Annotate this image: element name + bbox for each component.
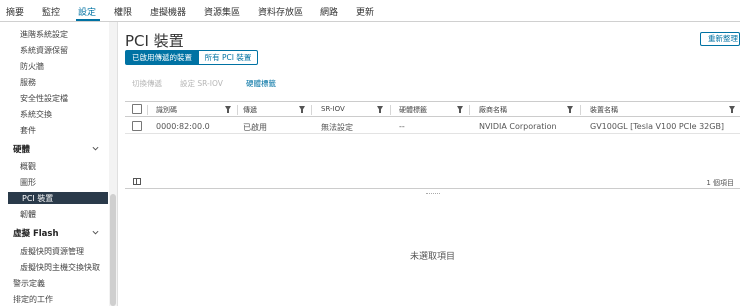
toggle-passthrough-enabled[interactable]: 已啟用傳遞的裝置 bbox=[125, 50, 199, 65]
cell-sriov: 無法設定 bbox=[321, 123, 353, 132]
configure-sriov-button[interactable]: 設定 SR-IOV bbox=[180, 78, 223, 89]
sidebar-item-overview[interactable]: 概觀 bbox=[20, 161, 36, 172]
column-toggle-icon[interactable] bbox=[133, 178, 141, 185]
column-separator bbox=[237, 105, 238, 115]
column-separator bbox=[147, 105, 148, 115]
sidebar-item-pci-devices[interactable]: PCI 裝置 bbox=[8, 192, 108, 204]
sidebar-item-services[interactable]: 服務 bbox=[20, 77, 36, 88]
sidebar-item-flash-host-swap-cache[interactable]: 虛擬快閃主機交換快取 bbox=[20, 262, 100, 273]
filter-icon[interactable] bbox=[567, 106, 573, 113]
refresh-button[interactable]: 重新整理 bbox=[700, 32, 740, 46]
sidebar-item-firmware[interactable]: 韌體 bbox=[20, 209, 36, 220]
sidebar-group-hardware[interactable]: 硬體 bbox=[13, 143, 30, 155]
pane-splitter-handle[interactable] bbox=[426, 193, 440, 195]
column-separator bbox=[390, 105, 391, 115]
column-separator bbox=[580, 105, 581, 115]
sidebar-item-label: PCI 裝置 bbox=[22, 194, 54, 203]
sidebar-group-virtual-flash[interactable]: 虛擬 Flash bbox=[13, 227, 59, 239]
column-header-sriov[interactable]: SR-IOV bbox=[321, 105, 345, 113]
filter-icon[interactable] bbox=[377, 106, 383, 113]
sidebar-item-flash-resource-mgmt[interactable]: 虛擬快閃資源管理 bbox=[20, 246, 84, 257]
cell-passthrough: 已啟用 bbox=[243, 123, 267, 132]
tab-updates[interactable]: 更新 bbox=[356, 5, 374, 18]
tab-monitor[interactable]: 監控 bbox=[42, 5, 60, 18]
sidebar-item-advanced-settings[interactable]: 進階系統設定 bbox=[20, 29, 68, 40]
column-header-hw-label[interactable]: 硬體標籤 bbox=[399, 105, 427, 115]
filter-icon[interactable] bbox=[457, 106, 463, 113]
sidebar-item-system-swap[interactable]: 系統交換 bbox=[20, 109, 52, 120]
toggle-passthrough-button[interactable]: 切換傳遞 bbox=[132, 78, 162, 89]
sidebar-item-scheduled-tasks[interactable]: 排定的工作 bbox=[13, 294, 53, 305]
item-count: 1 個項目 bbox=[706, 179, 734, 187]
sidebar-scrollbar-thumb[interactable] bbox=[110, 194, 116, 306]
column-header-device[interactable]: 裝置名稱 bbox=[590, 105, 618, 115]
chevron-down-icon[interactable] bbox=[92, 229, 99, 236]
tab-vms[interactable]: 虛擬機器 bbox=[150, 5, 186, 18]
select-all-checkbox[interactable] bbox=[132, 104, 142, 114]
tab-summary[interactable]: 摘要 bbox=[6, 5, 24, 18]
column-header-id[interactable]: 識別碼 bbox=[156, 105, 177, 115]
top-tab-bar: 摘要 監控 設定 權限 虛擬機器 資源集區 資料存放區 網路 更新 bbox=[0, 0, 740, 22]
pci-device-grid: 識別碼 傳遞 SR-IOV 硬體標籤 廠商名稱 裝置名稱 0000:82:00.… bbox=[125, 101, 740, 189]
table-row[interactable]: 0000:82:00.0 已啟用 無法設定 -- NVIDIA Corporat… bbox=[125, 118, 740, 134]
chevron-down-icon[interactable] bbox=[92, 145, 99, 152]
column-header-passthrough[interactable]: 傳遞 bbox=[243, 105, 257, 115]
sidebar-item-packages[interactable]: 套件 bbox=[20, 125, 36, 136]
column-header-vendor[interactable]: 廠商名稱 bbox=[479, 105, 507, 115]
tab-resource-pools[interactable]: 資源集區 bbox=[204, 5, 240, 18]
sidebar-item-alarm-definitions[interactable]: 警示定義 bbox=[13, 278, 45, 289]
toggle-all-pci-devices[interactable]: 所有 PCI 裝置 bbox=[198, 50, 258, 65]
settings-sidebar: 進階系統設定 系統資源保留 防火牆 服務 安全性設定檔 系統交換 套件 硬體 概… bbox=[0, 22, 118, 306]
column-separator bbox=[311, 105, 312, 115]
page-title: PCI 裝置 bbox=[125, 32, 184, 50]
sidebar-item-graphics[interactable]: 圖形 bbox=[20, 177, 36, 188]
sidebar-item-firewall[interactable]: 防火牆 bbox=[20, 61, 44, 72]
cell-device: GV100GL [Tesla V100 PCIe 32GB] bbox=[590, 122, 725, 131]
tab-permissions[interactable]: 權限 bbox=[114, 5, 132, 18]
row-checkbox[interactable] bbox=[132, 121, 142, 131]
cell-hw-label: -- bbox=[399, 122, 405, 131]
details-empty-state: 未選取項目 bbox=[409, 252, 455, 262]
filter-icon[interactable] bbox=[299, 106, 305, 113]
cell-vendor: NVIDIA Corporation bbox=[479, 122, 557, 131]
filter-icon[interactable] bbox=[225, 106, 231, 113]
hardware-label-button[interactable]: 硬體標籤 bbox=[246, 78, 276, 89]
tab-networks[interactable]: 網路 bbox=[320, 5, 338, 18]
column-separator bbox=[469, 105, 470, 115]
grid-header: 識別碼 傳遞 SR-IOV 硬體標籤 廠商名稱 裝置名稱 bbox=[125, 102, 740, 117]
filter-icon[interactable] bbox=[729, 106, 735, 113]
sidebar-item-security-profile[interactable]: 安全性設定檔 bbox=[20, 93, 68, 104]
active-tab-indicator bbox=[76, 19, 100, 21]
grid-footer: 1 個項目 bbox=[125, 175, 740, 189]
tab-configure[interactable]: 設定 bbox=[78, 5, 96, 18]
cell-id: 0000:82:00.0 bbox=[156, 122, 210, 131]
sidebar-item-resource-reservation[interactable]: 系統資源保留 bbox=[20, 45, 68, 56]
tab-datastores[interactable]: 資料存放區 bbox=[258, 5, 303, 18]
